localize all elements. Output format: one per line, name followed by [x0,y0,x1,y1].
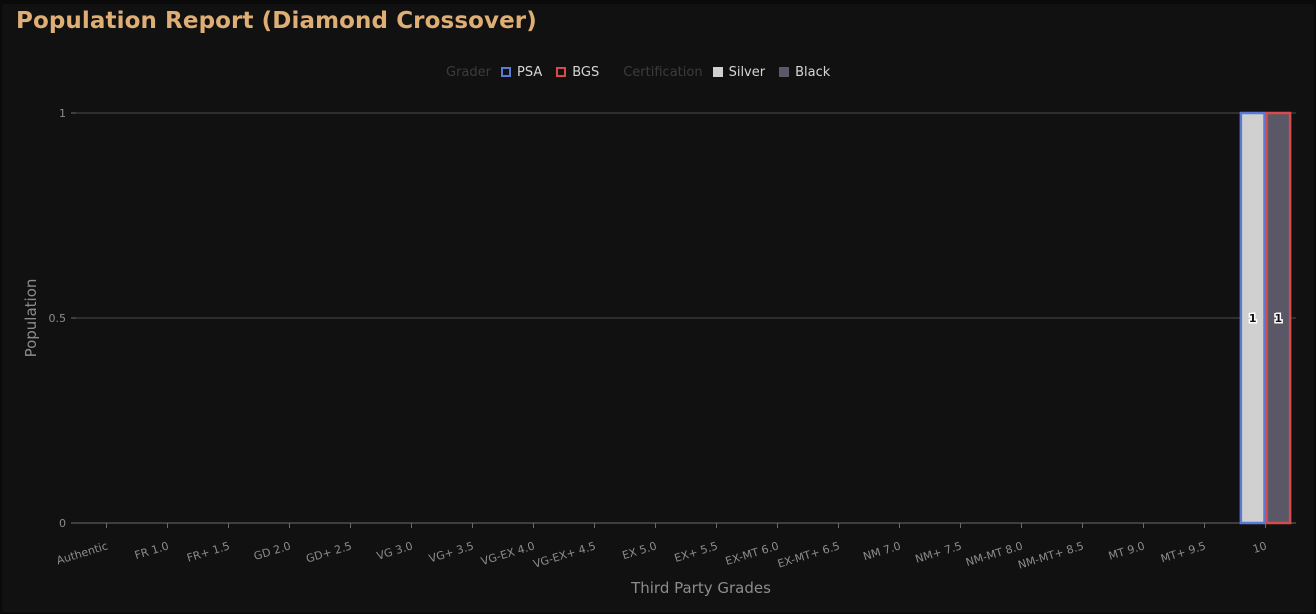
x-tick-label-3: GD 2.0 [252,539,292,563]
y-tick-label-1: 0.5 [49,312,67,325]
x-tick-label-9: EX 5.0 [621,539,659,562]
bar-chart: 0 0.5 1 Authentic FR 1.0 FR+ 1.5 GD 2.0 GD+ 2.5… [22,107,1296,597]
x-tick-label-15: NM-MT 8.0 [964,539,1024,569]
x-tick-label-8: VG-EX+ 4.5 [532,539,598,570]
x-tick-label-18: MT+ 9.5 [1159,539,1207,565]
y-tick-label-0: 0 [59,517,66,530]
y-tick-label-2: 1 [59,107,66,120]
x-tick-label-19: 10 [1251,539,1268,556]
x-tick-label-12: EX-MT+ 6.5 [776,539,841,570]
x-tick-label-10: EX+ 5.5 [673,539,720,565]
x-tick-label-17: MT 9.0 [1107,539,1146,562]
data-label-bgs-19: 1 [1274,312,1282,325]
x-tick-label-0: Authentic [55,539,109,567]
x-tick-label-7: VG-EX 4.0 [480,539,537,568]
x-tick-label-4: GD+ 2.5 [304,539,353,565]
x-tick-label-1: FR 1.0 [133,539,170,562]
x-tick-label-5: VG 3.0 [375,539,414,562]
x-tick-label-6: VG+ 3.5 [427,539,475,565]
x-tick-label-13: NM 7.0 [862,539,903,563]
x-tick-label-11: EX-MT 6.0 [724,539,781,568]
x-tick-label-14: NM+ 7.5 [914,539,964,565]
y-axis-title: Population [22,279,40,358]
x-tick-label-16: NM-MT+ 8.5 [1016,539,1085,571]
x-axis-title: Third Party Grades [630,579,771,597]
data-label-psa-19: 1 [1249,312,1257,325]
x-tick-label-2: FR+ 1.5 [185,539,231,564]
